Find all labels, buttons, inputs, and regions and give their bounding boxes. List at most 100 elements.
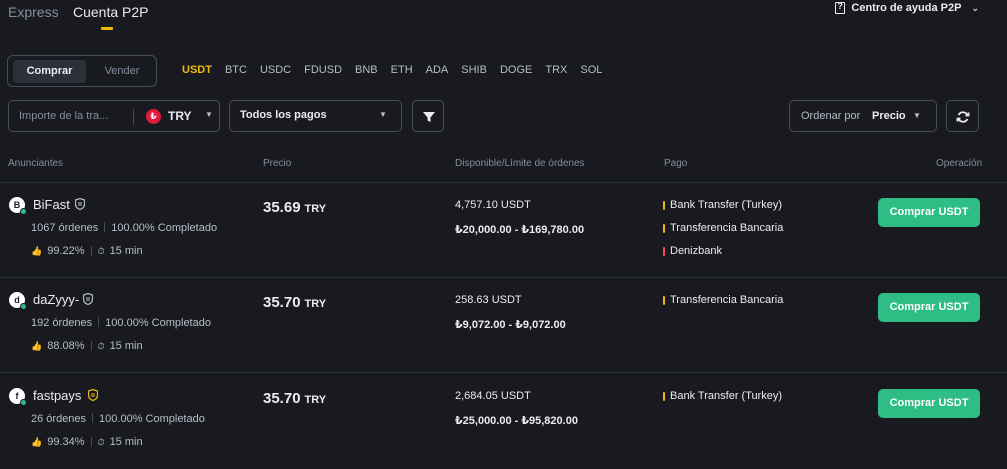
turkish-lira-icon: ₺: [146, 109, 161, 124]
coin-tab-sol[interactable]: SOL: [580, 64, 602, 76]
refresh-button[interactable]: [946, 100, 979, 132]
table-row: d daZyyy- 192 órdenes 100.00% Completado …: [0, 278, 1007, 373]
amount-input[interactable]: Importe de la tra...: [19, 110, 108, 122]
advertiser-name[interactable]: fastpays: [33, 388, 81, 403]
advertiser-name[interactable]: daZyyy-: [33, 292, 79, 307]
available-amount: 2,684.05 USDT: [455, 390, 531, 402]
coin-tab-usdc[interactable]: USDC: [260, 64, 291, 76]
ad-price: 35.70 TRY: [263, 390, 326, 407]
advertiser-stats: 192 órdenes 100.00% Completado: [31, 317, 211, 329]
avatar-initial: f: [15, 391, 19, 401]
avatar[interactable]: d: [9, 292, 27, 310]
order-limit: ₺25,000.00 - ₺95,820.00: [455, 415, 578, 427]
thumbs-up-icon: 👍: [31, 436, 43, 447]
price-unit: TRY: [304, 203, 327, 215]
thumbs-up-icon: 👍: [31, 245, 43, 256]
coin-tab-eth[interactable]: ETH: [391, 64, 413, 76]
filter-icon: [423, 112, 435, 122]
stopwatch-icon: ⏱: [97, 245, 105, 256]
buy-usdt-button[interactable]: Comprar USDT: [878, 293, 980, 322]
positive-rating: 99.22%: [47, 245, 85, 257]
completion-rate: 100.00% Completado: [105, 317, 211, 329]
price-value: 35.70: [263, 294, 301, 311]
help-center-button[interactable]: Centro de ayuda P2P ⌄: [835, 1, 979, 14]
online-status-dot: [20, 399, 27, 406]
thumbs-up-icon: 👍: [31, 340, 43, 351]
price-unit: TRY: [304, 394, 327, 406]
ad-price: 35.69 TRY: [263, 199, 326, 216]
payment-time: 15 min: [109, 340, 143, 352]
tab-express[interactable]: Express: [8, 4, 59, 20]
amount-input-group[interactable]: Importe de la tra... ₺ TRY ▼: [8, 100, 220, 132]
positive-rating: 88.08%: [47, 340, 85, 352]
payment-method-tag: Transferencia Bancaria: [663, 222, 783, 234]
refresh-icon: [956, 111, 970, 123]
price-unit: TRY: [304, 298, 327, 310]
caret-down-icon: ▼: [379, 110, 387, 119]
help-book-icon: [835, 1, 846, 14]
avatar-initial: d: [14, 295, 20, 305]
advertiser-stats: 26 órdenes 100.00% Completado: [31, 413, 205, 425]
coin-tab-btc[interactable]: BTC: [225, 64, 247, 76]
payment-color-bar: [663, 223, 665, 233]
payment-color-bar: [663, 295, 665, 305]
column-header-available-limit: Disponible/Límite de órdenes: [455, 158, 585, 169]
payment-method-tag: Denizbank: [663, 245, 722, 257]
order-count: 1067 órdenes: [31, 222, 99, 234]
verified-shield-icon: [83, 293, 93, 305]
payment-method-tag: Bank Transfer (Turkey): [663, 390, 782, 402]
sell-toggle-button[interactable]: Vender: [88, 60, 156, 83]
advertiser-rating-row: 👍 99.22% ⏱ 15 min: [31, 245, 143, 257]
verified-shield-icon: [75, 198, 85, 210]
coin-tab-shib[interactable]: SHIB: [461, 64, 487, 76]
advertiser-rating-row: 👍 88.08% ⏱ 15 min: [31, 340, 143, 352]
payment-method-value: Todos los pagos: [240, 109, 327, 121]
buy-sell-toggle: Comprar Vender: [7, 55, 157, 87]
payment-method-tag: Transferencia Bancaria: [663, 294, 783, 306]
advertiser-stats: 1067 órdenes 100.00% Completado: [31, 222, 217, 234]
buy-usdt-button[interactable]: Comprar USDT: [878, 389, 980, 418]
caret-down-icon: ▼: [205, 110, 213, 119]
payment-color-bar: [663, 200, 665, 210]
sort-select[interactable]: Ordenar por Precio ▼: [789, 100, 937, 132]
payment-method-select[interactable]: Todos los pagos ▼: [229, 100, 402, 132]
table-row: B BiFast 1067 órdenes 100.00% Completado …: [0, 183, 1007, 278]
buy-usdt-button[interactable]: Comprar USDT: [878, 198, 980, 227]
payment-time: 15 min: [109, 245, 143, 257]
payment-method-name: Bank Transfer (Turkey): [670, 390, 783, 402]
avatar[interactable]: B: [9, 197, 27, 215]
payment-method-name: Transferencia Bancaria: [670, 294, 784, 306]
coin-tab-doge[interactable]: DOGE: [500, 64, 532, 76]
stopwatch-icon: ⏱: [97, 340, 105, 351]
avatar[interactable]: f: [9, 388, 27, 406]
coin-tab-ada[interactable]: ADA: [426, 64, 449, 76]
coin-tabs: USDT BTC USDC FDUSD BNB ETH ADA SHIB DOG…: [182, 64, 615, 76]
completion-rate: 100.00% Completado: [111, 222, 218, 234]
table-row: f fastpays 26 órdenes 100.00% Completado …: [0, 374, 1007, 469]
payment-color-bar: [663, 246, 665, 256]
online-status-dot: [20, 303, 27, 310]
coin-tab-fdusd[interactable]: FDUSD: [304, 64, 342, 76]
avatar-initial: B: [13, 200, 21, 210]
order-count: 26 órdenes: [31, 413, 87, 425]
filter-button[interactable]: [412, 100, 444, 132]
coin-tab-trx[interactable]: TRX: [545, 64, 567, 76]
tab-p2p-account[interactable]: Cuenta P2P: [73, 4, 149, 20]
stopwatch-icon: ⏱: [97, 436, 105, 447]
column-header-price: Precio: [263, 158, 292, 169]
divider: [133, 109, 134, 125]
price-value: 35.69: [263, 199, 301, 216]
coin-tab-bnb[interactable]: BNB: [355, 64, 378, 76]
advertiser-name[interactable]: BiFast: [33, 197, 70, 212]
column-header-operation: Operación: [936, 158, 983, 169]
advertiser-rating-row: 👍 99.34% ⏱ 15 min: [31, 436, 143, 448]
completion-rate: 100.00% Completado: [99, 413, 205, 425]
payment-method-name: Transferencia Bancaria: [670, 222, 784, 234]
top-nav: Express Cuenta P2P Centro de ayuda P2P ⌄: [0, 0, 1007, 30]
payment-method-name: Bank Transfer (Turkey): [670, 199, 783, 211]
buy-toggle-button[interactable]: Comprar: [13, 60, 86, 83]
fiat-select[interactable]: TRY: [168, 109, 192, 123]
coin-tab-usdt[interactable]: USDT: [182, 64, 212, 76]
caret-down-icon: ▼: [913, 111, 921, 120]
ad-price: 35.70 TRY: [263, 294, 326, 311]
